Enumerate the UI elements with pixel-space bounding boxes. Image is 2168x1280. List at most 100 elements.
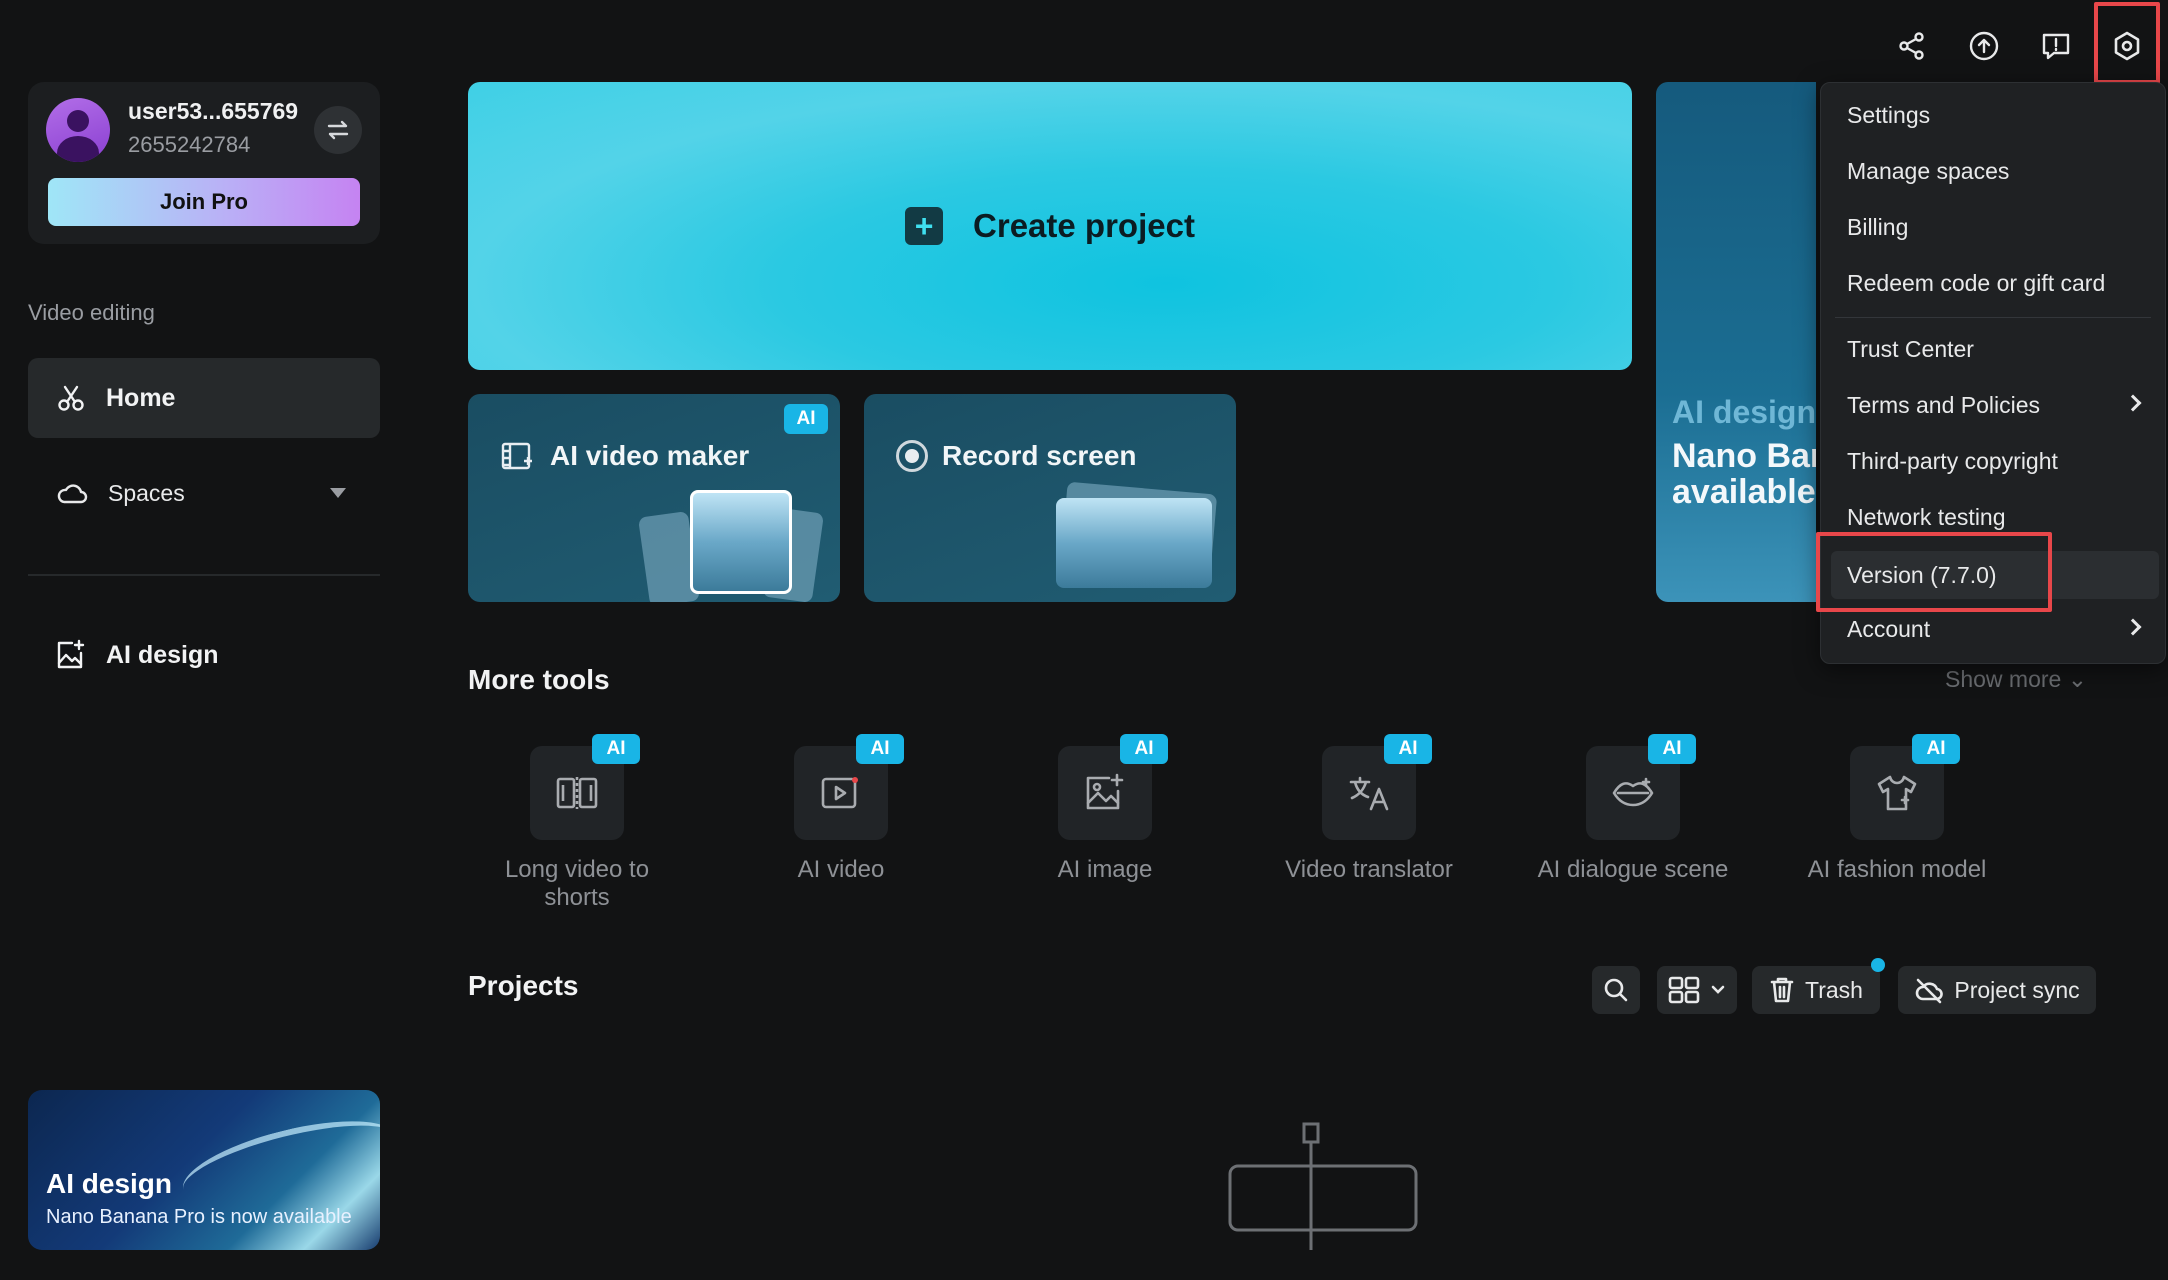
tool-icon-box: AI	[530, 734, 640, 840]
menu-item-manage-spaces[interactable]: Manage spaces	[1821, 143, 2165, 199]
menu-item-terms-and-policies[interactable]: Terms and Policies	[1821, 377, 2165, 433]
card-thumbnail	[637, 490, 825, 602]
chevron-down-icon: ⌄	[2067, 666, 2087, 692]
project-sync-label: Project sync	[1954, 976, 2080, 1003]
share-button[interactable]	[1890, 24, 1934, 68]
tool-label-line: Long video to	[504, 856, 650, 883]
ai-badge: AI	[784, 404, 828, 434]
menu-item-third-party-copyright[interactable]: Third-party copyright	[1821, 433, 2165, 489]
tool-icon-box: AI	[1322, 734, 1432, 840]
sidebar-item-label: Home	[106, 383, 176, 412]
menu-item-trust-center[interactable]: Trust Center	[1821, 321, 2165, 377]
menu-item-label: Account	[1847, 615, 1931, 642]
trash-label: Trash	[1805, 976, 1863, 1003]
card-title: Record screen	[896, 440, 1137, 472]
card-label: AI video maker	[550, 440, 750, 471]
search-projects-button[interactable]	[1592, 966, 1640, 1014]
ai-design-promo-banner[interactable]: AI design Nano Banana Pro is now availab…	[28, 1090, 380, 1250]
tool-ai-fashion-model[interactable]: AI AI fashion model	[1782, 734, 2012, 884]
thumbnail-front	[690, 490, 792, 594]
share-icon	[1899, 32, 1924, 60]
tools-row: AI Long video to shorts AI AI video AI AI…	[468, 734, 2028, 938]
video-play-icon	[821, 777, 858, 809]
join-pro-button[interactable]: Join Pro	[48, 178, 360, 226]
feedback-icon	[2042, 33, 2070, 60]
ai-design-banner[interactable]: AI design Nano Ban available	[1656, 82, 1816, 602]
card-thumbnail	[1052, 481, 1218, 598]
film-sparkle-icon	[501, 442, 532, 470]
tool-ai-image[interactable]: AI AI image	[990, 734, 1220, 884]
cloud-sync-off-icon	[1916, 978, 1944, 1004]
sidebar: user53...655769 2655242784 Join Pro Vide…	[0, 0, 408, 1280]
banner-subtitle: Nano Ban available	[1672, 438, 1816, 510]
tool-label-line: shorts	[544, 884, 610, 911]
ai-video-maker-card[interactable]: AI video maker AI	[468, 394, 840, 602]
user-id: 2655242784	[128, 132, 251, 157]
projects-title: Projects	[468, 970, 579, 1001]
section-label-video-editing: Video editing	[28, 300, 155, 325]
ai-badge: AI	[856, 734, 904, 764]
tool-icon-box: AI	[1586, 734, 1696, 840]
grid-view-icon	[1668, 976, 1700, 1004]
create-project-button[interactable]: + Create project	[468, 82, 1632, 370]
ai-badge: AI	[1648, 734, 1696, 764]
search-icon	[1604, 978, 1628, 1002]
lips-icon	[1612, 777, 1654, 807]
card-title: AI video maker	[500, 440, 749, 472]
show-more-button[interactable]: Show more ⌄	[1945, 666, 2087, 693]
sidebar-item-label: Spaces	[108, 479, 185, 506]
menu-item-redeem-code[interactable]: Redeem code or gift card	[1821, 255, 2165, 311]
shirt-icon	[1877, 775, 1917, 811]
user-card: user53...655769 2655242784 Join Pro	[28, 82, 380, 244]
card-label: Record screen	[942, 440, 1137, 471]
tool-ai-dialogue-scene[interactable]: AI AI dialogue scene	[1518, 734, 1748, 884]
tool-long-video-to-shorts[interactable]: AI Long video to shorts	[462, 734, 692, 912]
switch-account-button[interactable]	[314, 106, 362, 154]
plus-icon: +	[905, 207, 944, 245]
more-tools-title: More tools	[468, 664, 610, 695]
sidebar-item-ai-design[interactable]: AI design	[28, 620, 380, 690]
project-sync-button[interactable]: Project sync	[1898, 966, 2096, 1014]
record-screen-card[interactable]: Record screen	[864, 394, 1236, 602]
view-toggle-button[interactable]	[1657, 966, 1737, 1014]
tool-label: Long video to shorts	[462, 856, 692, 912]
tool-icon-box: AI	[1850, 734, 1960, 840]
menu-item-label: Terms and Policies	[1847, 391, 2041, 418]
username: user53...655769	[128, 98, 299, 124]
avatar[interactable]	[46, 98, 110, 162]
thumbnail-front	[1056, 498, 1212, 588]
menu-divider	[1835, 317, 2151, 318]
record-icon	[896, 440, 928, 472]
tool-video-translator[interactable]: AI Video translator	[1254, 734, 1484, 884]
menu-item-settings[interactable]: Settings	[1821, 87, 2165, 143]
tool-label: AI video	[797, 856, 885, 883]
menu-item-billing[interactable]: Billing	[1821, 199, 2165, 255]
scissors-icon	[58, 385, 84, 411]
tool-ai-video[interactable]: AI AI video	[726, 734, 956, 884]
promo-title: AI design	[46, 1168, 173, 1199]
upload-button[interactable]	[1962, 24, 2006, 68]
translate-icon	[1349, 776, 1389, 811]
chevron-down-icon	[1711, 985, 1725, 994]
create-project-label: Create project	[973, 207, 1195, 244]
trash-button[interactable]: Trash	[1752, 966, 1880, 1014]
chevron-down-icon[interactable]	[330, 488, 346, 498]
feedback-button[interactable]	[2034, 24, 2078, 68]
trash-icon	[1770, 977, 1794, 1003]
sidebar-item-spaces[interactable]: Spaces	[28, 460, 380, 526]
switch-arrows-icon	[327, 120, 349, 140]
chevron-right-icon	[2124, 618, 2142, 636]
tool-label: AI fashion model	[1807, 856, 1987, 883]
banner-line: available	[1672, 473, 1816, 511]
tool-label: AI image	[1057, 856, 1153, 883]
version-highlight-box	[1816, 532, 2052, 612]
tool-icon-box: AI	[794, 734, 904, 840]
banner-line: Nano Ban	[1672, 437, 1816, 475]
tool-label: AI dialogue scene	[1537, 856, 1729, 883]
sidebar-item-home[interactable]: Home	[28, 358, 380, 438]
divider	[28, 574, 380, 576]
promo-subtitle: Nano Banana Pro is now available	[46, 1206, 352, 1228]
settings-highlight-box	[2094, 2, 2160, 84]
split-film-icon	[556, 777, 598, 809]
banner-title: AI design	[1672, 394, 1816, 430]
